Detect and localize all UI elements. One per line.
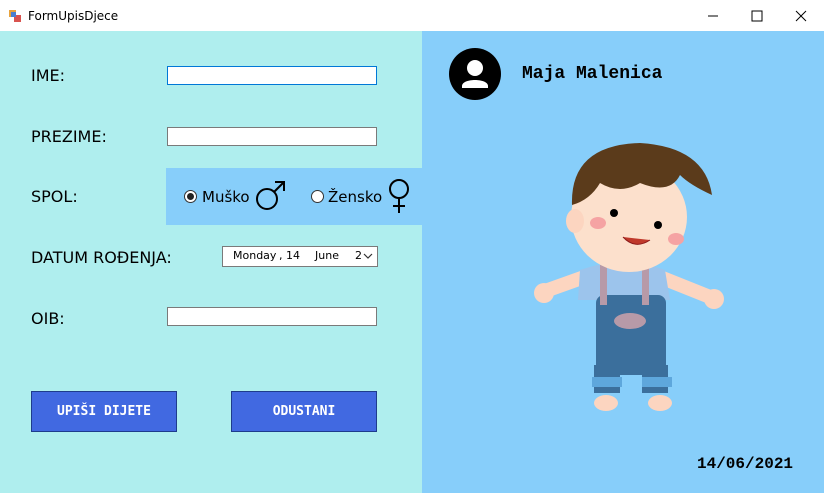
close-button[interactable] [778,0,824,31]
date-year: 2 [355,249,362,262]
window-title: FormUpisDjece [28,9,119,23]
date-day-name: Monday [233,249,277,262]
prezime-input[interactable] [167,127,377,146]
app-icon [9,9,21,22]
female-symbol-icon [389,179,409,213]
date-picker[interactable]: Monday , 14 June 2 [222,246,378,267]
maximize-icon [751,10,763,21]
minimize-icon [708,15,718,16]
upisi-dijete-button[interactable]: UPIŠI DIJETE [31,391,177,432]
musko-label[interactable]: Muško [202,188,250,206]
minimize-button[interactable] [690,0,736,31]
musko-radio[interactable] [184,190,197,203]
title-bar: FormUpisDjece [0,0,824,31]
date-month: June [315,249,339,262]
child-illustration [534,143,724,411]
prezime-label: PREZIME: [31,127,107,146]
spol-radio-group: Muško Žensko [166,168,422,225]
date-day: , 14 [279,249,300,262]
zensko-label[interactable]: Žensko [328,188,382,206]
oib-input[interactable] [167,307,377,326]
zensko-radio[interactable] [311,190,324,203]
current-date: 14/06/2021 [697,455,794,473]
ime-input[interactable] [167,66,377,85]
maximize-button[interactable] [734,0,780,31]
oib-label: OIB: [31,309,65,328]
close-icon [795,10,807,21]
male-symbol-icon [256,181,285,210]
odustani-button[interactable]: ODUSTANI [231,391,377,432]
ime-label: IME: [31,66,66,85]
user-name: Maja Malenica [522,64,663,84]
datum-rodjenja-label: DATUM ROĐENJA: [31,248,172,267]
chevron-down-icon[interactable] [363,253,373,260]
user-avatar-icon [449,48,501,100]
spol-label: SPOL: [31,187,78,206]
